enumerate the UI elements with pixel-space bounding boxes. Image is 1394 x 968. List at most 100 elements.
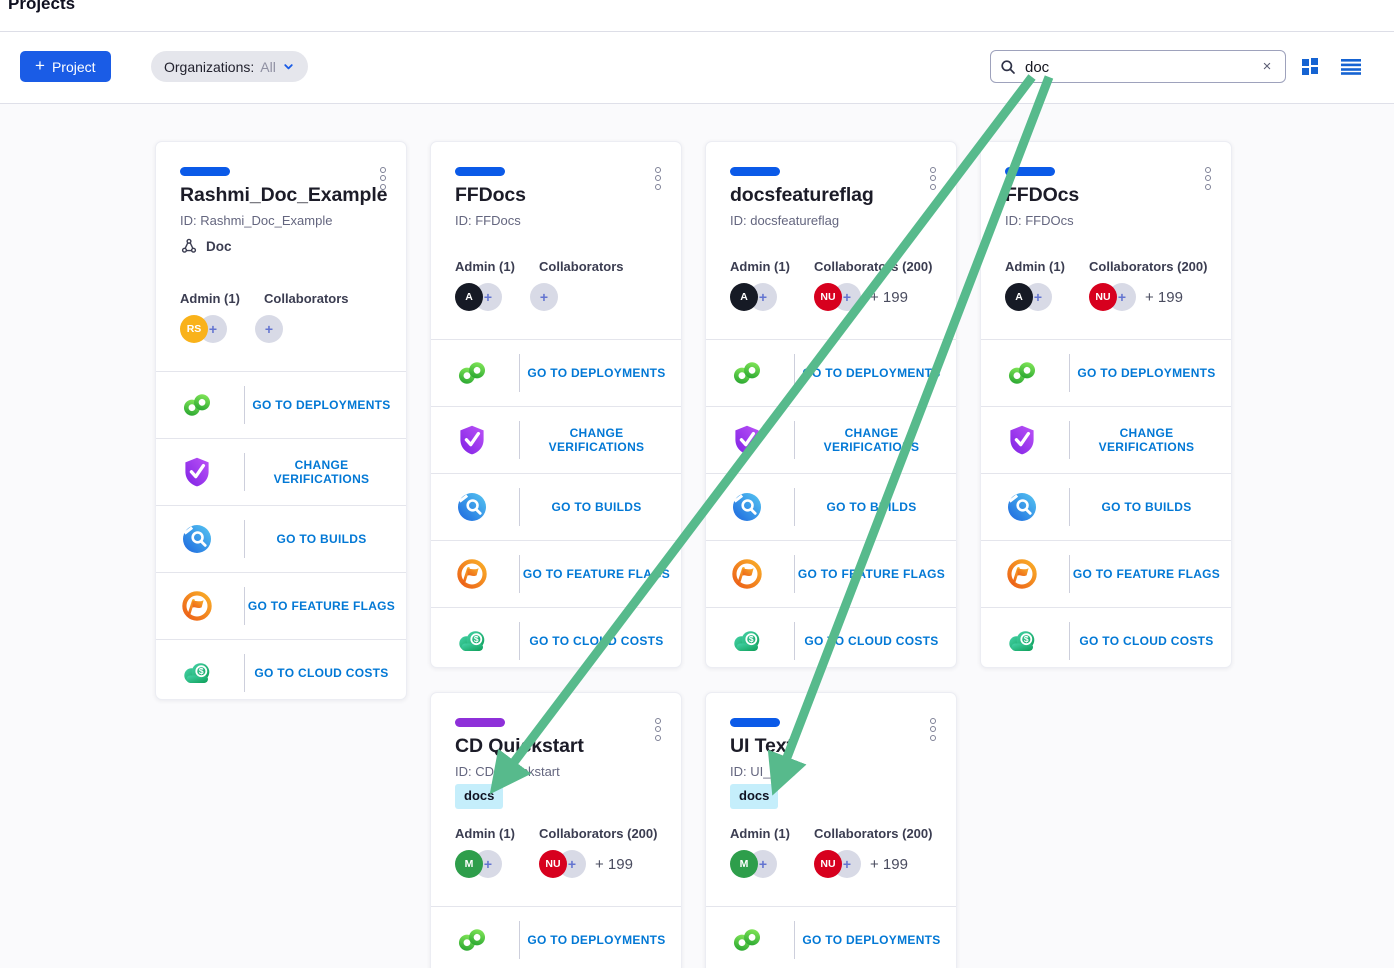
- action-label: GO TO FEATURE FLAGS: [245, 573, 398, 639]
- card-menu-button[interactable]: [1201, 160, 1215, 196]
- action-go-to-deployments[interactable]: GO TO DEPLOYMENTS: [706, 339, 956, 406]
- verification-shield-icon: [455, 423, 489, 457]
- action-go-to-feature-flags[interactable]: GO TO FEATURE FLAGS: [706, 540, 956, 607]
- action-go-to-builds[interactable]: GO TO BUILDS: [156, 505, 406, 572]
- cloud-costs-icon: [730, 624, 764, 658]
- action-go-to-feature-flags[interactable]: GO TO FEATURE FLAGS: [431, 540, 681, 607]
- card-actions: GO TO DEPLOYMENTSCHANGE VERIFICATIONSGO …: [981, 339, 1231, 674]
- verification-shield-icon: [180, 455, 214, 489]
- action-label: GO TO FEATURE FLAGS: [520, 541, 673, 607]
- project-card[interactable]: Rashmi_Doc_Example ID: Rashmi_Doc_Exampl…: [155, 141, 407, 700]
- avatar: NU: [539, 850, 567, 878]
- collaborators-label: Collaborators (200): [539, 826, 657, 841]
- module-color-bar: [730, 167, 780, 176]
- action-go-to-builds[interactable]: GO TO BUILDS: [431, 473, 681, 540]
- list-view-button[interactable]: [1341, 57, 1361, 78]
- collaborators-label: Collaborators: [539, 259, 624, 274]
- module-color-bar: [730, 718, 780, 727]
- add-member-button[interactable]: +: [255, 315, 283, 343]
- cd-module-icon: [730, 923, 764, 957]
- search-input[interactable]: [1023, 52, 1253, 83]
- card-menu-button[interactable]: [926, 711, 940, 747]
- card-menu-button[interactable]: [926, 160, 940, 196]
- action-label: CHANGE VERIFICATIONS: [795, 407, 948, 473]
- clear-search-button[interactable]: ×: [1255, 55, 1279, 79]
- project-tag-docs: docs: [730, 784, 778, 809]
- feature-flags-icon: [1005, 557, 1039, 591]
- module-color-bar: [455, 167, 505, 176]
- collaborators-overflow-count: + 199: [595, 856, 633, 873]
- project-title: UI Text: [730, 735, 793, 758]
- action-go-to-feature-flags[interactable]: GO TO FEATURE FLAGS: [981, 540, 1231, 607]
- grid-view-button[interactable]: [1301, 57, 1319, 78]
- collaborators-label: Collaborators (200): [1089, 259, 1207, 274]
- cd-module-icon: [1005, 356, 1039, 390]
- organizations-filter-dropdown[interactable]: Organizations: All: [151, 51, 308, 82]
- action-label: GO TO DEPLOYMENTS: [520, 907, 673, 968]
- project-card[interactable]: CD Quickstart ID: CD_Quickstart docs Adm…: [430, 692, 682, 968]
- page-title-bar: Projects: [0, 0, 1394, 32]
- action-label: GO TO FEATURE FLAGS: [795, 541, 948, 607]
- action-label: GO TO CLOUD COSTS: [795, 608, 948, 674]
- collaborators-label: Collaborators (200): [814, 259, 932, 274]
- action-go-to-builds[interactable]: GO TO BUILDS: [981, 473, 1231, 540]
- action-go-to-deployments[interactable]: GO TO DEPLOYMENTS: [981, 339, 1231, 406]
- ci-builds-icon: [730, 490, 764, 524]
- admin-label: Admin (1): [180, 291, 240, 306]
- action-label: GO TO BUILDS: [795, 474, 948, 540]
- avatar: M: [455, 850, 483, 878]
- project-title: docsfeatureflag: [730, 184, 874, 207]
- action-go-to-cloud-costs[interactable]: GO TO CLOUD COSTS: [156, 639, 406, 706]
- card-actions: GO TO DEPLOYMENTSCHANGE VERIFICATIONSGO …: [706, 906, 956, 968]
- toolbar: + Project Organizations: All ×: [0, 32, 1394, 104]
- action-go-to-feature-flags[interactable]: GO TO FEATURE FLAGS: [156, 572, 406, 639]
- action-label: GO TO CLOUD COSTS: [245, 640, 398, 706]
- add-member-button[interactable]: +: [530, 283, 558, 311]
- action-label: GO TO DEPLOYMENTS: [1070, 340, 1223, 406]
- project-card[interactable]: FFDOcs ID: FFDOcs Admin (1) A+ Collabora…: [980, 141, 1232, 668]
- ci-builds-icon: [455, 490, 489, 524]
- project-id: ID: docsfeatureflag: [730, 213, 839, 228]
- action-change-verifications[interactable]: CHANGE VERIFICATIONS: [706, 406, 956, 473]
- project-id: ID: CD_Quickstart: [455, 764, 560, 779]
- action-go-to-cloud-costs[interactable]: GO TO CLOUD COSTS: [706, 607, 956, 674]
- card-menu-button[interactable]: [651, 711, 665, 747]
- new-project-button[interactable]: + Project: [20, 51, 111, 82]
- admin-label: Admin (1): [730, 259, 790, 274]
- page-title: Projects: [8, 0, 75, 14]
- action-go-to-deployments[interactable]: GO TO DEPLOYMENTS: [431, 906, 681, 968]
- project-card[interactable]: docsfeatureflag ID: docsfeatureflag Admi…: [705, 141, 957, 668]
- plus-icon: +: [35, 57, 45, 74]
- feature-flags-icon: [730, 557, 764, 591]
- action-change-verifications[interactable]: CHANGE VERIFICATIONS: [981, 406, 1231, 473]
- project-tag-docs: docs: [455, 784, 503, 809]
- action-label: GO TO DEPLOYMENTS: [795, 907, 948, 968]
- action-change-verifications[interactable]: CHANGE VERIFICATIONS: [431, 406, 681, 473]
- action-label: GO TO DEPLOYMENTS: [795, 340, 948, 406]
- card-actions: GO TO DEPLOYMENTSCHANGE VERIFICATIONSGO …: [431, 339, 681, 674]
- ci-builds-icon: [180, 522, 214, 556]
- collaborators-overflow-count: + 199: [870, 856, 908, 873]
- card-actions: GO TO DEPLOYMENTSCHANGE VERIFICATIONSGO …: [706, 339, 956, 674]
- action-go-to-deployments[interactable]: GO TO DEPLOYMENTS: [706, 906, 956, 968]
- list-view-icon: [1341, 57, 1361, 75]
- action-go-to-cloud-costs[interactable]: GO TO CLOUD COSTS: [431, 607, 681, 674]
- avatar: RS: [180, 315, 208, 343]
- org-row: Doc: [180, 237, 232, 255]
- module-color-bar: [180, 167, 230, 176]
- action-go-to-deployments[interactable]: GO TO DEPLOYMENTS: [156, 371, 406, 438]
- action-change-verifications[interactable]: CHANGE VERIFICATIONS: [156, 438, 406, 505]
- search-icon: [1000, 59, 1016, 75]
- action-go-to-cloud-costs[interactable]: GO TO CLOUD COSTS: [981, 607, 1231, 674]
- project-card[interactable]: FFDocs ID: FFDocs Admin (1) A+ Collabora…: [430, 141, 682, 668]
- projects-page: $ Projects + Project Organizations: All: [0, 0, 1394, 968]
- action-go-to-builds[interactable]: GO TO BUILDS: [706, 473, 956, 540]
- organization-icon: [180, 237, 198, 255]
- action-label: CHANGE VERIFICATIONS: [1070, 407, 1223, 473]
- card-menu-button[interactable]: [651, 160, 665, 196]
- project-card[interactable]: UI Text ID: UI_Text docs Admin (1) M+ Co…: [705, 692, 957, 968]
- project-title: Rashmi_Doc_Example: [180, 184, 387, 207]
- cd-module-icon: [455, 923, 489, 957]
- action-go-to-deployments[interactable]: GO TO DEPLOYMENTS: [431, 339, 681, 406]
- action-label: GO TO DEPLOYMENTS: [520, 340, 673, 406]
